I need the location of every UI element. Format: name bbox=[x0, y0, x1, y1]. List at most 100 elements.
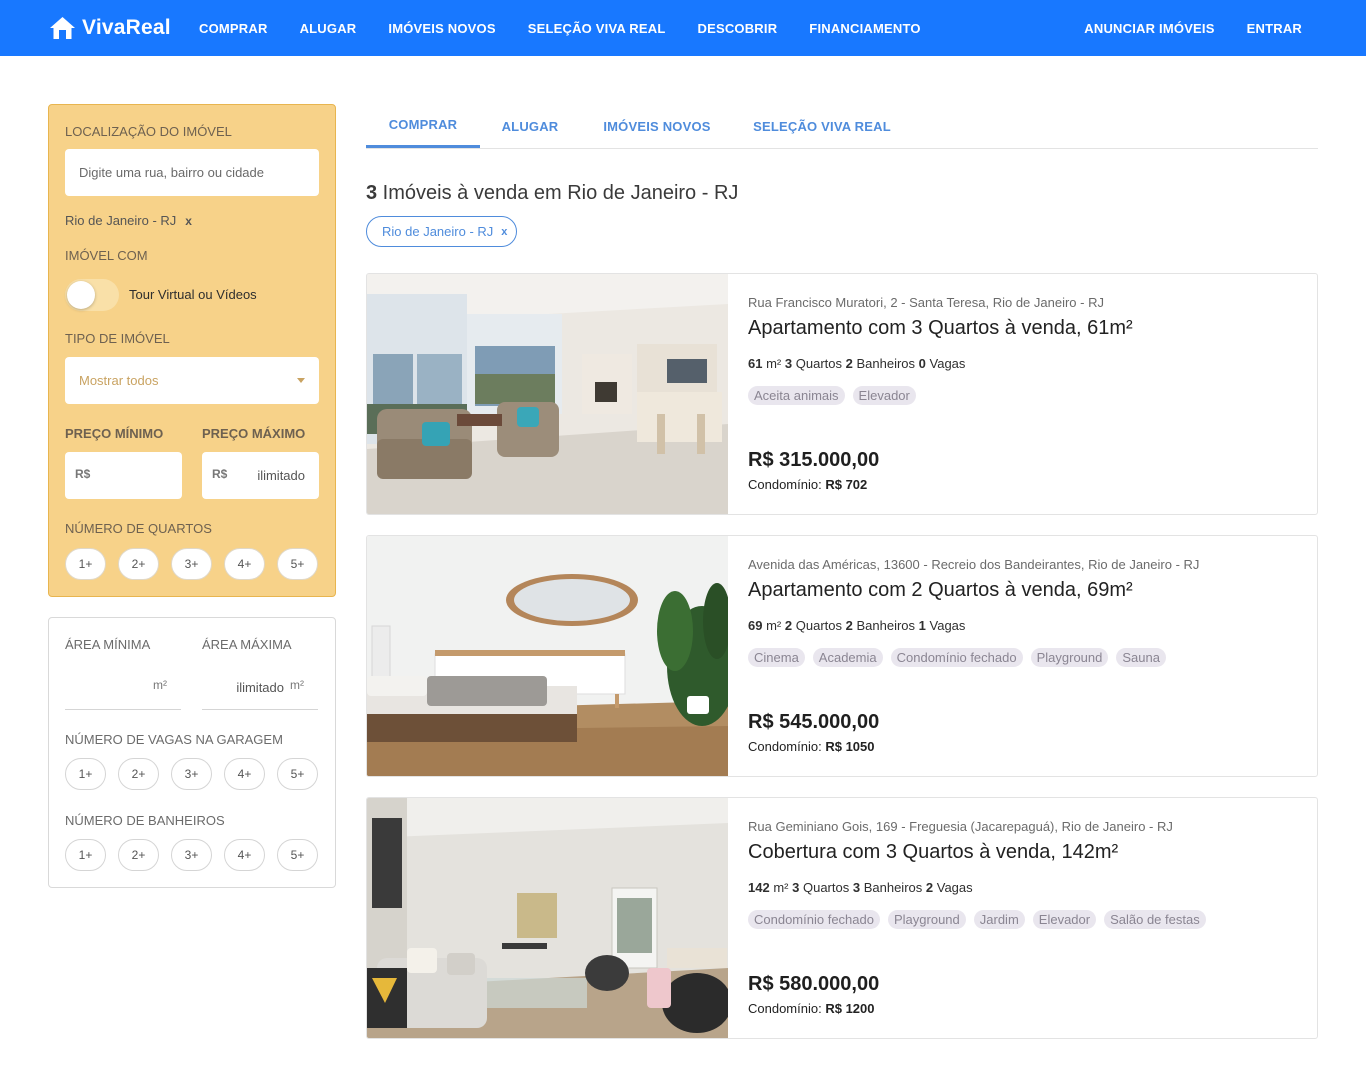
listing-photo[interactable] bbox=[367, 536, 728, 776]
nav-descobrir[interactable]: DESCOBRIR bbox=[681, 21, 793, 36]
price-max-input[interactable]: R$ ilimitado bbox=[202, 452, 319, 499]
bath-option-4[interactable]: 4+ bbox=[224, 839, 265, 871]
area-max-value: ilimitado bbox=[236, 680, 284, 695]
price-min-label: PREÇO MÍNIMO bbox=[65, 426, 164, 441]
condo-label: Condomínio: bbox=[748, 739, 822, 754]
currency-prefix: R$ bbox=[75, 467, 91, 481]
amenity-tag: Cinema bbox=[748, 648, 805, 667]
property-type-value: Mostrar todos bbox=[79, 373, 159, 388]
listing-address: Rua Geminiano Gois, 169 - Freguesia (Jac… bbox=[748, 819, 1173, 834]
rooms-option-4[interactable]: 4+ bbox=[224, 548, 265, 580]
garage-option-4[interactable]: 4+ bbox=[224, 758, 265, 790]
brand-logo[interactable]: VivaReal bbox=[49, 15, 171, 41]
rooms-option-1[interactable]: 1+ bbox=[65, 548, 106, 580]
remove-location-icon[interactable]: x bbox=[185, 214, 192, 228]
location-input[interactable]: Digite uma rua, bairro ou cidade bbox=[65, 149, 319, 196]
baths-label-text: Banheiros bbox=[856, 618, 916, 633]
listing-condo-fee: Condomínio: R$ 1200 bbox=[748, 1001, 875, 1016]
listing-card[interactable]: Rua Francisco Muratori, 2 - Santa Teresa… bbox=[366, 273, 1318, 515]
garage-value: 2 bbox=[925, 880, 934, 895]
location-label: LOCALIZAÇÃO DO IMÓVEL bbox=[65, 124, 232, 139]
tab-comprar[interactable]: COMPRAR bbox=[366, 104, 480, 148]
listing-price: R$ 545.000,00 bbox=[748, 711, 880, 733]
rooms-value: 2 bbox=[784, 618, 793, 633]
condo-value: R$ 1050 bbox=[825, 739, 875, 754]
caret-down-icon bbox=[297, 378, 305, 383]
garage-option-5[interactable]: 5+ bbox=[277, 758, 318, 790]
garage-option-2[interactable]: 2+ bbox=[118, 758, 159, 790]
tab-imoveis-novos[interactable]: IMÓVEIS NOVOS bbox=[580, 104, 734, 149]
listing-card[interactable]: Avenida das Américas, 13600 - Recreio do… bbox=[366, 535, 1318, 777]
nav-alugar[interactable]: ALUGAR bbox=[284, 21, 373, 36]
condo-value: R$ 1200 bbox=[825, 1001, 875, 1016]
listing-features: 142 m² 3 Quartos 3 Banheiros 2 Vagas bbox=[748, 880, 973, 895]
listing-photo[interactable] bbox=[367, 274, 728, 514]
bath-option-2[interactable]: 2+ bbox=[118, 839, 159, 871]
area-max-label: ÁREA MÁXIMA bbox=[202, 637, 292, 652]
main-nav: COMPRAR ALUGAR IMÓVEIS NOVOS SELEÇÃO VIV… bbox=[183, 0, 937, 56]
garage-option-3[interactable]: 3+ bbox=[171, 758, 212, 790]
virtual-tour-label: Tour Virtual ou Vídeos bbox=[129, 287, 257, 302]
amenity-tag: Condomínio fechado bbox=[890, 648, 1023, 667]
price-min-input[interactable]: R$ bbox=[65, 452, 182, 499]
rooms-label-text: Quartos bbox=[795, 618, 842, 633]
rooms-label-text: Quartos bbox=[802, 880, 850, 895]
entrar-link[interactable]: ENTRAR bbox=[1231, 21, 1318, 36]
condo-value: R$ 702 bbox=[825, 477, 868, 492]
location-filter-chip[interactable]: Rio de Janeiro - RJ x bbox=[65, 213, 192, 228]
listing-title[interactable]: Apartamento com 3 Quartos à venda, 61m² bbox=[748, 317, 1133, 340]
rooms-option-2[interactable]: 2+ bbox=[118, 548, 159, 580]
bath-option-5[interactable]: 5+ bbox=[277, 839, 318, 871]
brand-name: VivaReal bbox=[82, 16, 171, 39]
nav-financiamento[interactable]: FINANCIAMENTO bbox=[793, 21, 936, 36]
garage-label-text: Vagas bbox=[936, 880, 973, 895]
nav-comprar[interactable]: COMPRAR bbox=[183, 21, 284, 36]
active-location-label: Rio de Janeiro - RJ bbox=[382, 224, 494, 239]
garage-value: 1 bbox=[918, 618, 926, 633]
top-navbar: VivaReal COMPRAR ALUGAR IMÓVEIS NOVOS SE… bbox=[0, 0, 1366, 56]
listing-title[interactable]: Apartamento com 2 Quartos à venda, 69m² bbox=[748, 579, 1133, 602]
listing-amenities: Condomínio fechado Playground Jardim Ele… bbox=[748, 910, 1214, 929]
area-value: 61 bbox=[748, 356, 763, 371]
living-room-photo bbox=[367, 798, 728, 1038]
baths-label-text: Banheiros bbox=[856, 356, 916, 371]
listing-title[interactable]: Cobertura com 3 Quartos à venda, 142m² bbox=[748, 841, 1118, 864]
garage-option-1[interactable]: 1+ bbox=[65, 758, 106, 790]
baths-value: 3 bbox=[852, 880, 861, 895]
garage-label: NÚMERO DE VAGAS NA GARAGEM bbox=[65, 732, 283, 747]
living-room-photo bbox=[367, 274, 728, 514]
anunciar-imoveis-link[interactable]: ANUNCIAR IMÓVEIS bbox=[1068, 21, 1230, 36]
results-count: 3 bbox=[366, 182, 378, 204]
rooms-option-5[interactable]: 5+ bbox=[277, 548, 318, 580]
listing-features: 61 m² 3 Quartos 2 Banheiros 0 Vagas bbox=[748, 356, 965, 371]
baths-value: 2 bbox=[845, 618, 853, 633]
condo-label: Condomínio: bbox=[748, 477, 822, 492]
nav-imoveis-novos[interactable]: IMÓVEIS NOVOS bbox=[372, 21, 511, 36]
virtual-tour-toggle[interactable] bbox=[65, 279, 119, 311]
area-unit-label: m² bbox=[766, 618, 782, 633]
rooms-option-3[interactable]: 3+ bbox=[171, 548, 212, 580]
listing-condo-fee: Condomínio: R$ 702 bbox=[748, 477, 867, 492]
area-min-input[interactable]: m² bbox=[65, 670, 181, 710]
amenity-tag: Academia bbox=[812, 648, 883, 667]
remove-chip-icon[interactable]: x bbox=[501, 226, 507, 238]
listing-card[interactable]: Rua Geminiano Gois, 169 - Freguesia (Jac… bbox=[366, 797, 1318, 1039]
area-max-input[interactable]: ilimitado m² bbox=[202, 670, 318, 710]
primary-filters: LOCALIZAÇÃO DO IMÓVEL Digite uma rua, ba… bbox=[48, 104, 336, 597]
amenity-tag: Aceita animais bbox=[748, 386, 845, 405]
bath-option-3[interactable]: 3+ bbox=[171, 839, 212, 871]
rooms-label: NÚMERO DE QUARTOS bbox=[65, 521, 212, 536]
tab-alugar[interactable]: ALUGAR bbox=[480, 104, 580, 149]
listing-amenities: Aceita animais Elevador bbox=[748, 386, 924, 405]
garage-label-text: Vagas bbox=[929, 356, 966, 371]
location-chip-label: Rio de Janeiro - RJ bbox=[65, 213, 177, 228]
amenity-tag: Salão de festas bbox=[1104, 910, 1206, 929]
active-location-chip[interactable]: Rio de Janeiro - RJ x bbox=[366, 216, 517, 247]
tab-selecao-viva-real[interactable]: SELEÇÃO VIVA REAL bbox=[734, 104, 910, 149]
listing-price: R$ 580.000,00 bbox=[748, 973, 880, 995]
listing-photo[interactable] bbox=[367, 798, 728, 1038]
bath-option-1[interactable]: 1+ bbox=[65, 839, 106, 871]
property-type-select[interactable]: Mostrar todos bbox=[65, 357, 319, 404]
nav-selecao-viva-real[interactable]: SELEÇÃO VIVA REAL bbox=[512, 21, 682, 36]
listing-price: R$ 315.000,00 bbox=[748, 449, 880, 471]
